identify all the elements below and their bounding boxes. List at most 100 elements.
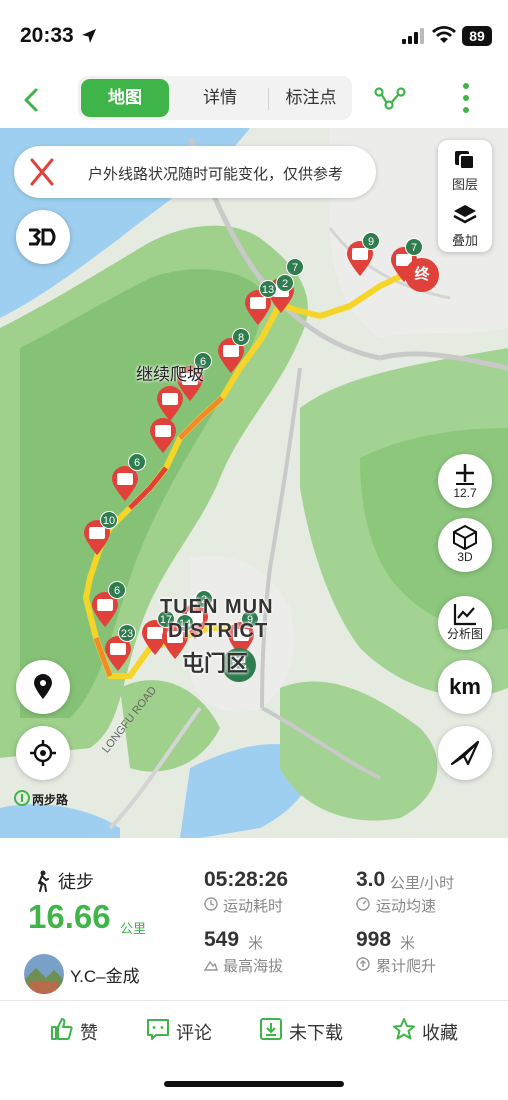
layers-label: 图层 bbox=[451, 177, 478, 192]
max-altitude-unit: 米 bbox=[248, 935, 264, 952]
3d-view-button[interactable] bbox=[16, 210, 70, 264]
overlay-label: 叠加 bbox=[451, 233, 478, 248]
unit-button[interactable]: km bbox=[438, 660, 492, 714]
analysis-button[interactable]: 分析图 bbox=[438, 596, 492, 650]
avatar[interactable] bbox=[24, 954, 64, 994]
total-climb-label: 累计爬升 bbox=[376, 958, 437, 975]
waypoint-count-badge: 7 bbox=[405, 238, 423, 256]
waypoint-count-badge: 7 bbox=[286, 258, 304, 276]
view-segmented-control: 地图 详情 标注点 bbox=[78, 76, 352, 120]
thumbs-up-icon bbox=[51, 1018, 73, 1040]
waypoint-pin[interactable] bbox=[110, 466, 140, 502]
logo-icon bbox=[14, 790, 30, 806]
distance-unit: 公里 bbox=[120, 921, 147, 936]
layers-icon bbox=[455, 151, 475, 170]
zoom-level: 12.7 bbox=[453, 486, 477, 500]
back-icon[interactable] bbox=[14, 82, 50, 118]
zoom-button[interactable]: 12.7 bbox=[438, 454, 492, 508]
map-label-climb: 继续爬坡 bbox=[136, 365, 204, 384]
mountain-icon bbox=[204, 960, 218, 971]
waypoint-pin[interactable] bbox=[148, 418, 178, 454]
tab-details[interactable]: 详情 bbox=[178, 79, 262, 117]
navigate-button[interactable] bbox=[438, 726, 492, 780]
stack-icon bbox=[453, 205, 477, 224]
warning-text: 户外线路状况随时可能变化，仅供参考 bbox=[88, 166, 344, 183]
end-marker-label: 终 bbox=[414, 266, 430, 283]
map-pin-icon bbox=[34, 674, 52, 699]
tab-separator bbox=[268, 88, 269, 110]
duration-value: 05:28:26 bbox=[204, 868, 289, 891]
download-label: 未下载 bbox=[289, 1023, 343, 1043]
end-marker[interactable]: 终 bbox=[405, 258, 439, 292]
total-climb-unit: 米 bbox=[400, 935, 416, 952]
download-button[interactable]: 未下载 bbox=[259, 1015, 359, 1045]
waypoint-count-badge: 23 bbox=[118, 624, 136, 642]
distance-value: 16.66 bbox=[28, 898, 111, 935]
3d-cube-icon bbox=[29, 228, 56, 246]
chart-icon bbox=[453, 604, 476, 626]
layers-button[interactable]: 图层 bbox=[438, 140, 492, 196]
paper-plane-icon bbox=[450, 740, 480, 766]
avatar-image bbox=[24, 954, 64, 994]
terrain-3d-label: 3D bbox=[457, 550, 473, 564]
comment-label: 评论 bbox=[176, 1023, 212, 1043]
comment-icon bbox=[147, 1019, 169, 1040]
tab-waypoints[interactable]: 标注点 bbox=[272, 79, 350, 117]
avg-speed-label: 运动均速 bbox=[376, 898, 437, 915]
waypoint-count-badge: 6 bbox=[128, 453, 146, 471]
more-options-icon[interactable] bbox=[456, 80, 476, 116]
waypoint-pin[interactable] bbox=[155, 386, 185, 422]
like-button[interactable]: 赞 bbox=[50, 1015, 110, 1045]
hiking-icon bbox=[37, 870, 49, 892]
waypoint-count-badge: 9 bbox=[362, 232, 380, 250]
mark-location-button[interactable] bbox=[16, 660, 70, 714]
route-warning-banner: 户外线路状况随时可能变化，仅供参考 bbox=[14, 146, 376, 198]
avg-speed-value: 3.0 bbox=[356, 868, 386, 891]
waypoint-count-badge: 6 bbox=[108, 581, 126, 599]
status-time: 20:33 bbox=[20, 24, 74, 47]
user-name[interactable]: Y.C–金成 bbox=[70, 962, 140, 987]
like-label: 赞 bbox=[80, 1023, 98, 1043]
map-view[interactable]: 9 7 7 2 13 8 6 6 10 6 2 17 14 9 23 终 起 继… bbox=[0, 128, 508, 838]
route-share-icon[interactable] bbox=[374, 84, 406, 112]
waypoint-count-badge: 10 bbox=[100, 511, 118, 529]
waypoint-count-badge: 8 bbox=[232, 328, 250, 346]
district-label-en-line1: TUEN MUN bbox=[160, 596, 274, 618]
climb-up-icon bbox=[356, 957, 370, 971]
battery-indicator: 89 bbox=[462, 26, 492, 46]
tab-map[interactable]: 地图 bbox=[81, 79, 169, 117]
locate-me-button[interactable] bbox=[16, 726, 70, 780]
district-label-en-line2: DISTRICT bbox=[168, 620, 269, 642]
cell-signal-icon bbox=[402, 28, 424, 44]
top-nav: 地图 详情 标注点 bbox=[0, 72, 508, 128]
download-icon bbox=[260, 1018, 282, 1040]
logo-text: 两步路 bbox=[32, 793, 69, 807]
district-label-cn: 屯门区 bbox=[182, 651, 249, 676]
crosshair-icon bbox=[30, 740, 56, 766]
action-bar: 赞 评论 未下载 收藏 bbox=[0, 1001, 508, 1061]
speedometer-icon bbox=[356, 897, 370, 911]
favorite-button[interactable]: 收藏 bbox=[392, 1015, 472, 1045]
terrain-3d-button[interactable]: 3D bbox=[438, 518, 492, 572]
waypoint-count-badge: 13 bbox=[259, 280, 277, 298]
max-altitude-value: 549 bbox=[204, 928, 240, 951]
location-arrow-icon bbox=[82, 29, 96, 43]
track-stats-panel: 徒步 16.66 公里 05:28:26 运动耗时 3.0 公里/小时 运动均速… bbox=[0, 838, 508, 1000]
close-icon[interactable] bbox=[14, 146, 70, 198]
unit-km-label: km bbox=[449, 674, 481, 699]
home-indicator bbox=[164, 1081, 344, 1087]
overlay-button[interactable]: 叠加 bbox=[438, 196, 492, 252]
max-altitude-label: 最高海拔 bbox=[223, 958, 284, 975]
duration-label: 运动耗时 bbox=[223, 898, 284, 915]
star-icon bbox=[393, 1018, 415, 1040]
analysis-label: 分析图 bbox=[446, 627, 483, 641]
status-bar: 20:33 89 bbox=[0, 0, 508, 72]
map-canvas bbox=[0, 128, 508, 838]
clock-icon bbox=[204, 897, 218, 911]
comment-button[interactable]: 评论 bbox=[146, 1015, 226, 1045]
total-climb-value: 998 bbox=[356, 928, 392, 951]
zoom-plus-icon bbox=[456, 464, 474, 485]
favorite-label: 收藏 bbox=[422, 1023, 458, 1043]
wifi-icon bbox=[432, 26, 456, 43]
cube-icon bbox=[453, 524, 477, 550]
